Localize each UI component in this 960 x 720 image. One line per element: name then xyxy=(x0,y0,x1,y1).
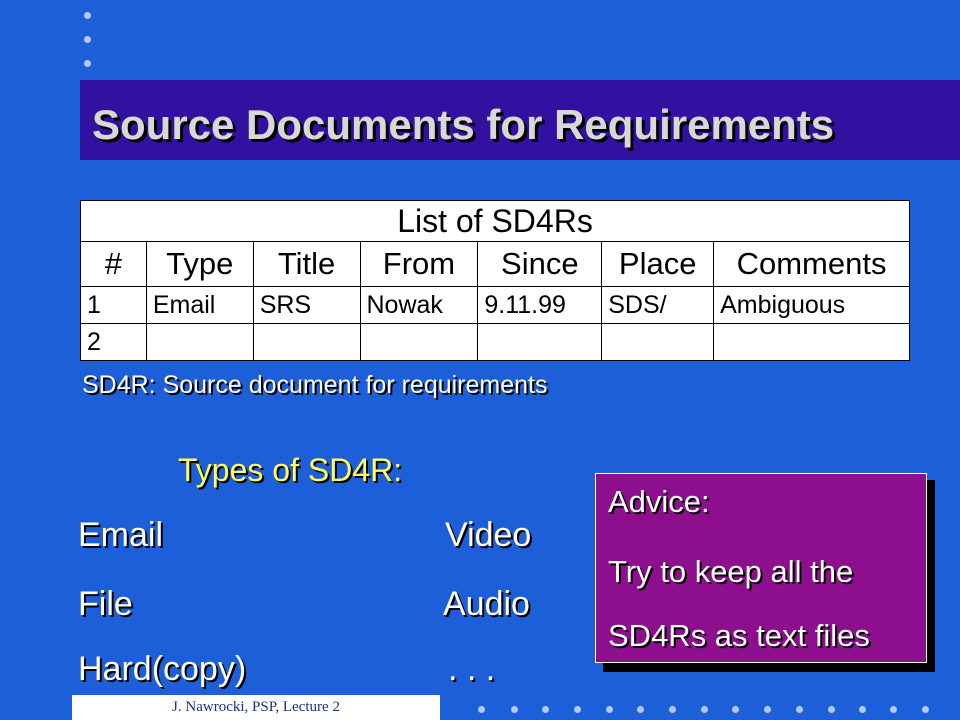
type-item: Hard(copy) xyxy=(78,650,247,688)
definition-caption: SD4R: Source document for requirements xyxy=(82,371,548,399)
type-item: Audio xyxy=(443,585,530,623)
decor-dot xyxy=(922,706,929,713)
decor-dot xyxy=(606,706,613,713)
table-cell: SRS xyxy=(252,286,361,324)
column-header: Since xyxy=(477,241,603,287)
type-item: File xyxy=(78,585,133,623)
decor-dot xyxy=(84,36,91,43)
decor-dot xyxy=(859,706,866,713)
sd4r-table: List of SD4Rs # Type Title From Since Pl… xyxy=(80,200,910,361)
table-cell: 2 xyxy=(80,323,147,361)
decor-dot xyxy=(764,706,771,713)
decor-dot xyxy=(84,12,91,19)
table-cell: 1 xyxy=(80,286,147,324)
table-cell xyxy=(252,323,361,361)
decor-dot xyxy=(542,706,549,713)
table-row: 2 xyxy=(80,323,910,361)
column-header: From xyxy=(359,241,479,287)
column-header: Title xyxy=(252,241,361,287)
table-cell: Email xyxy=(145,286,254,324)
advice-text: Try to keep all the xyxy=(608,554,854,589)
decor-dot xyxy=(796,706,803,713)
slide-title: Source Documents for Requirements xyxy=(92,101,835,148)
table-cell xyxy=(359,323,479,361)
table-cell xyxy=(713,323,910,361)
type-item: Email xyxy=(78,516,164,554)
table-cell xyxy=(145,323,254,361)
type-item: Video xyxy=(445,516,532,554)
table-cell: SDS/ xyxy=(601,286,715,324)
decor-dot xyxy=(890,706,897,713)
footer-credit: J. Nawrocki, PSP, Lecture 2 xyxy=(72,695,440,720)
decor-dot xyxy=(669,706,676,713)
column-header: Comments xyxy=(713,241,910,287)
table-cell: Ambiguous xyxy=(713,286,910,324)
decor-dot xyxy=(511,706,518,713)
column-header: # xyxy=(80,241,147,287)
type-item: . . . xyxy=(448,650,496,688)
table-row: 1 Email SRS Nowak 9.11.99 SDS/ Ambiguous xyxy=(80,286,910,324)
table-header-row: # Type Title From Since Place Comments xyxy=(80,241,910,287)
decor-dot xyxy=(701,706,708,713)
types-heading: Types of SD4R: xyxy=(178,452,403,488)
decor-dot xyxy=(637,706,644,713)
column-header: Place xyxy=(601,241,715,287)
decor-dot xyxy=(84,60,91,67)
decor-dot xyxy=(732,706,739,713)
table-cell: 9.11.99 xyxy=(477,286,603,324)
advice-label: Advice: xyxy=(608,484,710,519)
decor-dot xyxy=(478,706,485,713)
table-cell: Nowak xyxy=(359,286,479,324)
table-cell xyxy=(601,323,715,361)
advice-text: SD4Rs as text files xyxy=(608,618,870,653)
table-caption: List of SD4Rs xyxy=(80,200,910,242)
table-cell xyxy=(477,323,603,361)
decor-dot xyxy=(828,706,835,713)
decor-dot xyxy=(574,706,581,713)
column-header: Type xyxy=(145,241,254,287)
